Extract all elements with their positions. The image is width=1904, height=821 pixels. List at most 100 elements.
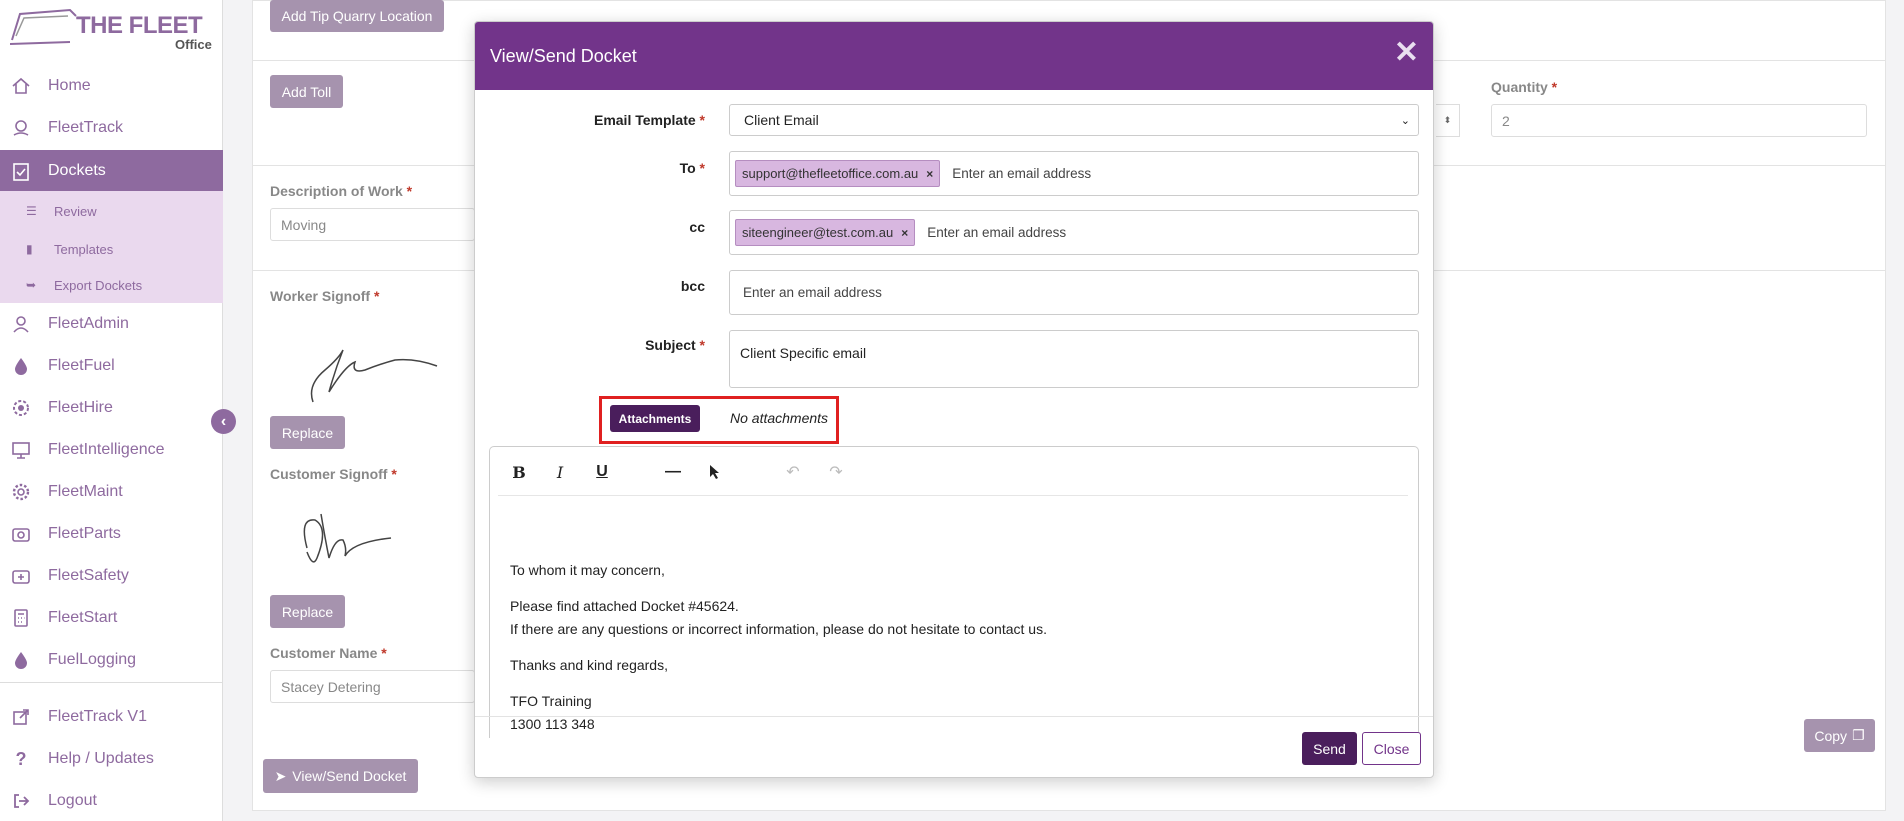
dockets-submenu: ☰ Review ▮ Templates ➥ Export Dockets xyxy=(0,191,223,303)
view-send-label: View/Send Docket xyxy=(292,768,407,784)
remove-tag-icon[interactable]: × xyxy=(901,226,908,240)
nav-dockets[interactable]: Dockets xyxy=(0,150,223,191)
nav-label: FleetTrack xyxy=(48,119,123,136)
add-tip-quarry-button[interactable]: Add Tip Quarry Location xyxy=(270,0,444,32)
nav-label: FleetTrack V1 xyxy=(48,708,147,725)
sub-item-templates[interactable]: ▮ Templates xyxy=(0,231,223,267)
description-label: Description of Work * xyxy=(270,183,413,199)
email-template-select[interactable]: Client Email ⌄ xyxy=(729,104,1419,136)
first-aid-icon xyxy=(10,565,32,587)
to-input[interactable]: Enter an email address xyxy=(952,166,1091,181)
remove-tag-icon[interactable]: × xyxy=(926,167,933,181)
nav-fleethire[interactable]: FleetHire xyxy=(0,388,223,428)
toolbar-divider xyxy=(498,495,1408,496)
sub-item-label: Review xyxy=(54,203,97,219)
email-tag[interactable]: support@thefleetoffice.com.au × xyxy=(735,160,941,187)
italic-icon[interactable]: I xyxy=(549,461,571,483)
body-closing: Thanks and kind regards, xyxy=(510,657,668,673)
customer-signoff-label: Customer Signoff * xyxy=(270,466,397,482)
sub-item-label: Templates xyxy=(54,241,114,257)
gear-drop-icon xyxy=(10,397,32,419)
attachments-button[interactable]: Attachments xyxy=(610,405,700,432)
question-icon: ? xyxy=(15,748,27,769)
view-send-docket-button[interactable]: ➤ View/Send Docket xyxy=(263,759,418,793)
list-icon: ☰ xyxy=(26,204,37,218)
brand-name: THE FLEET xyxy=(76,12,203,39)
modal-title: View/Send Docket xyxy=(490,46,637,66)
cursor-icon[interactable] xyxy=(704,461,726,483)
nav-label: Dockets xyxy=(48,161,106,179)
close-icon[interactable]: ✕ xyxy=(1394,38,1419,68)
redo-icon[interactable]: ↷ xyxy=(825,461,847,483)
cc-input[interactable]: Enter an email address xyxy=(927,225,1066,240)
nav-home[interactable]: Home xyxy=(0,66,223,106)
truck-logo-icon xyxy=(10,8,77,45)
nav-logout[interactable]: Logout xyxy=(0,781,223,821)
nav-label: FleetStart xyxy=(48,609,118,626)
bcc-field[interactable]: Enter an email address xyxy=(729,270,1419,315)
email-tag[interactable]: siteengineer@test.com.au × xyxy=(735,219,916,246)
worker-signoff-label: Worker Signoff * xyxy=(270,288,380,304)
nav-label: Home xyxy=(48,77,91,94)
replace-customer-signature-button[interactable]: Replace xyxy=(270,595,345,628)
send-button[interactable]: Send xyxy=(1302,732,1357,765)
chevron-down-icon: ⌄ xyxy=(1400,114,1410,127)
sub-item-label: Export Dockets xyxy=(54,277,143,293)
close-button[interactable]: Close xyxy=(1362,732,1421,765)
nav-label: FleetFuel xyxy=(48,357,115,374)
copy-button[interactable]: Copy ❐ xyxy=(1804,719,1875,752)
nav-fleetintelligence[interactable]: FleetIntelligence xyxy=(0,430,223,470)
to-label: To * xyxy=(679,160,705,176)
add-toll-button[interactable]: Add Toll xyxy=(270,75,343,108)
email-body-editor[interactable]: B I U — ↶ ↷ To whom it may concern, Plea… xyxy=(489,446,1419,738)
nav-help-updates[interactable]: ? Help / Updates xyxy=(0,739,223,779)
cc-field[interactable]: siteengineer@test.com.au × Enter an email… xyxy=(729,210,1419,255)
external-link-icon xyxy=(10,706,32,728)
clipboard-check-icon xyxy=(10,160,32,182)
nav-fleetadmin[interactable]: FleetAdmin xyxy=(0,304,223,344)
sub-item-review[interactable]: ☰ Review xyxy=(0,193,223,229)
bcc-label: bcc xyxy=(680,278,705,294)
description-input[interactable]: Moving xyxy=(270,208,475,241)
nav-fleettrack[interactable]: FleetTrack xyxy=(0,108,223,148)
quantity-input[interactable]: 2 xyxy=(1491,104,1867,137)
view-send-docket-modal: View/Send Docket ✕ Email Template * Clie… xyxy=(474,21,1434,778)
nav-label: FleetParts xyxy=(48,525,121,542)
bcc-input[interactable]: Enter an email address xyxy=(743,285,882,300)
nav-fleetparts[interactable]: FleetParts xyxy=(0,514,223,554)
quantity-label: Quantity * xyxy=(1491,79,1558,95)
nav-fleetstart[interactable]: FleetStart xyxy=(0,598,223,638)
bold-icon[interactable]: B xyxy=(508,461,530,483)
nav-fleetfuel[interactable]: FleetFuel xyxy=(0,346,223,386)
email-template-value: Client Email xyxy=(744,112,819,128)
modal-footer-divider xyxy=(475,716,1433,717)
subject-input[interactable]: Client Specific email xyxy=(729,330,1419,388)
nav-label: FleetSafety xyxy=(48,567,129,584)
worker-signature-image xyxy=(310,349,438,403)
stepper-arrows-icon[interactable]: ⬍ xyxy=(1436,104,1460,137)
logout-icon xyxy=(10,790,32,812)
brand-logo[interactable]: THE FLEET Office xyxy=(10,6,212,52)
horizontal-rule-icon[interactable]: — xyxy=(662,461,684,483)
camera-icon xyxy=(10,523,32,545)
to-field[interactable]: support@thefleetoffice.com.au × Enter an … xyxy=(729,151,1419,196)
nav-fuellogging[interactable]: FuelLogging xyxy=(0,640,223,680)
undo-icon[interactable]: ↶ xyxy=(782,461,804,483)
cc-label: cc xyxy=(689,219,705,235)
nav-fleetsafety[interactable]: FleetSafety xyxy=(0,556,223,596)
customer-name-input[interactable]: Stacey Detering xyxy=(270,670,475,703)
body-line: Please find attached Docket #45624. xyxy=(510,598,739,614)
nav-fleetmaint[interactable]: FleetMaint xyxy=(0,472,223,512)
file-export-icon: ➥ xyxy=(26,278,37,292)
sub-item-export-dockets[interactable]: ➥ Export Dockets xyxy=(0,267,223,303)
nav-fleettrack-v1[interactable]: FleetTrack V1 xyxy=(0,697,223,737)
underline-icon[interactable]: U xyxy=(591,461,613,483)
email-body-content: To whom it may concern, Please find atta… xyxy=(510,559,1047,736)
nav-label: Help / Updates xyxy=(48,750,154,767)
file-icon: ▮ xyxy=(26,242,33,256)
replace-worker-signature-button[interactable]: Replace xyxy=(270,416,345,449)
sidebar-collapse-button[interactable]: ‹ xyxy=(211,409,236,434)
copy-label: Copy xyxy=(1814,727,1848,744)
body-line: If there are any questions or incorrect … xyxy=(510,621,1047,637)
copy-icon: ❐ xyxy=(1852,727,1865,743)
